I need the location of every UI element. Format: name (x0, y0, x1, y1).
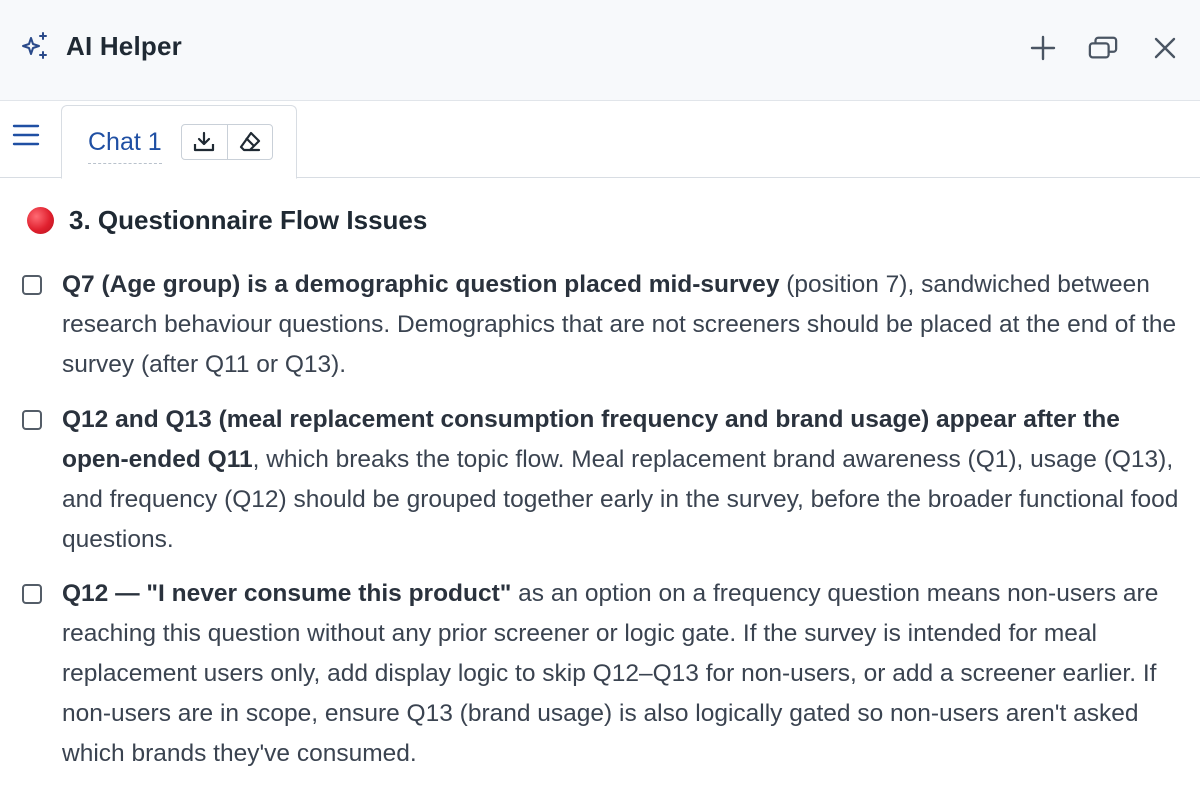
new-chat-button[interactable] (1028, 33, 1058, 63)
eraser-icon (239, 131, 261, 152)
item-checkbox[interactable] (22, 275, 42, 295)
restore-window-button[interactable] (1088, 33, 1118, 63)
red-circle-icon (27, 207, 54, 234)
plus-icon (1030, 35, 1056, 61)
download-chat-button[interactable] (182, 125, 227, 159)
close-button[interactable] (1150, 33, 1180, 63)
tab-chat-1[interactable]: Chat 1 (61, 105, 297, 179)
section-title: 3. Questionnaire Flow Issues (69, 205, 428, 235)
item-text: Q12 and Q13 (meal replacement consumptio… (62, 400, 1187, 560)
restore-window-icon (1088, 36, 1118, 59)
tab-actions (181, 124, 273, 160)
close-icon (1154, 37, 1176, 59)
item-body-text: as an option on a frequency question mea… (62, 580, 1159, 767)
hamburger-icon (12, 124, 40, 146)
item-checkbox[interactable] (22, 410, 42, 430)
item-bold-text: Q12 — "I never consume this product" (62, 580, 512, 607)
sparkle-icon (22, 32, 47, 59)
app-header: AI Helper (0, 0, 1200, 101)
item-text: Q7 (Age group) is a demographic question… (62, 265, 1187, 385)
app-title: AI Helper (66, 30, 182, 61)
item-text: Q12 — "I never consume this product" as … (62, 574, 1187, 774)
tab-label[interactable]: Chat 1 (88, 127, 162, 164)
title-wrap: AI Helper (20, 30, 182, 62)
menu-button[interactable] (12, 123, 40, 147)
clear-chat-button[interactable] (226, 125, 272, 159)
section-heading: 3. Questionnaire Flow Issues (27, 205, 427, 236)
download-icon (194, 131, 215, 152)
item-bold-text: Q7 (Age group) is a demographic question… (62, 271, 780, 298)
item-checkbox[interactable] (22, 584, 42, 604)
